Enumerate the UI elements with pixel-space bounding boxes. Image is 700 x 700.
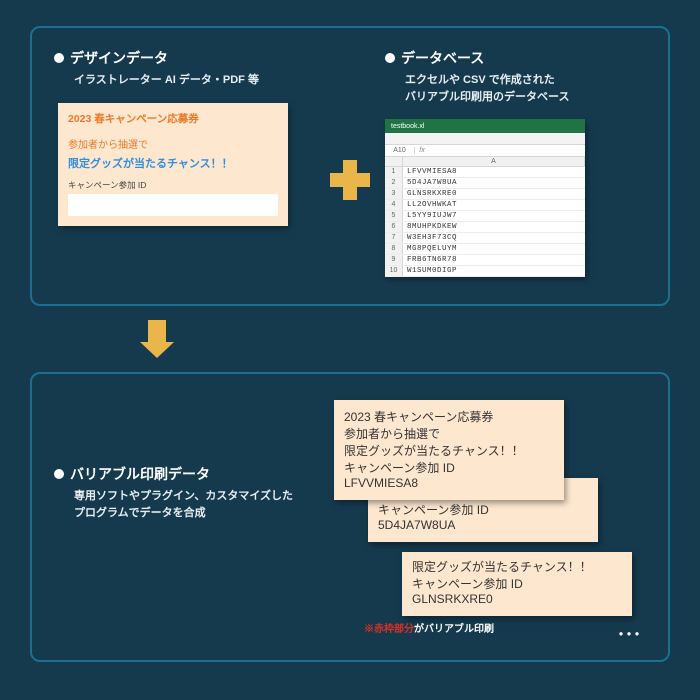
spreadsheet-col-a: A xyxy=(403,157,585,166)
design-data-heading: デザインデータ xyxy=(54,48,315,68)
row-number: 2 xyxy=(385,178,403,188)
fx-icon: fx xyxy=(415,147,429,154)
row-number: 8 xyxy=(385,244,403,254)
row-value: MG8PQELUYM xyxy=(403,244,585,254)
row-number: 1 xyxy=(385,167,403,177)
coupon-id-value: GLNSRKXRE0 xyxy=(412,592,622,606)
database-heading-text: データベース xyxy=(401,48,484,68)
row-value: LL2OVHWKAT xyxy=(403,200,585,210)
spreadsheet-mock: testbook.xl A10 fx A 1LFVVMIESA825D4JA7W… xyxy=(385,119,585,277)
coupon-id-value: 5D4JA7W8UA xyxy=(378,518,588,532)
row-value: W1SUM0DIGP xyxy=(403,266,585,276)
row-value: W3EH3F73CQ xyxy=(403,233,585,243)
spreadsheet-row: 68MUHPKDKEW xyxy=(385,222,585,233)
row-number: 9 xyxy=(385,255,403,265)
design-data-column: デザインデータ イラストレーター AI データ・PDF 等 2023 春キャンペ… xyxy=(54,48,315,226)
row-value: GLNSRKXRE0 xyxy=(403,189,585,199)
bullet-icon xyxy=(54,53,64,63)
coupon-id-label: キャンペーン参加 ID xyxy=(68,179,278,191)
design-data-heading-text: デザインデータ xyxy=(70,48,168,68)
plus-icon-wrap xyxy=(315,160,385,200)
spreadsheet-col-headers: A xyxy=(385,157,585,167)
row-number: 6 xyxy=(385,222,403,232)
output-preview: 2023 春キャンペーン応募券参加者から抽選で限定グッズが当たるチャンス！！キャ… xyxy=(324,394,646,638)
spreadsheet-row: 10W1SUM0DIGP xyxy=(385,266,585,277)
bullet-icon xyxy=(385,53,395,63)
output-heading: バリアブル印刷データ xyxy=(54,464,314,484)
row-number: 5 xyxy=(385,211,403,221)
coupon-line2: 限定グッズが当たるチャンス！！ xyxy=(68,155,278,171)
inputs-panel: デザインデータ イラストレーター AI データ・PDF 等 2023 春キャンペ… xyxy=(30,26,670,306)
spreadsheet-ribbon xyxy=(385,133,585,145)
output-description: バリアブル印刷データ 専用ソフトやプラグイン、カスタマイズした プログラムでデー… xyxy=(54,394,314,638)
footnote: ※赤枠部分がバリアブル印刷 xyxy=(364,620,494,635)
database-subhead: エクセルや CSV で作成された バリアブル印刷用のデータベース xyxy=(405,72,646,105)
database-heading: データベース xyxy=(385,48,646,68)
spreadsheet-rows: 1LFVVMIESA825D4JA7W8UA3GLNSRKXRE04LL2OVH… xyxy=(385,167,585,277)
output-subhead: 専用ソフトやプラグイン、カスタマイズした プログラムでデータを合成 xyxy=(74,488,314,521)
row-number: 7 xyxy=(385,233,403,243)
down-arrow-icon xyxy=(140,320,174,358)
spreadsheet-row: 4LL2OVHWKAT xyxy=(385,200,585,211)
coupon-id-label: キャンペーン参加 ID xyxy=(344,459,554,476)
spreadsheet-titlebar: testbook.xl xyxy=(385,119,585,133)
spreadsheet-row: 5L5YY9IUJW7 xyxy=(385,211,585,222)
spreadsheet-row: 3GLNSRKXRE0 xyxy=(385,189,585,200)
spreadsheet-row: 8MG8PQELUYM xyxy=(385,244,585,255)
coupon-template-card: 2023 春キャンペーン応募券 参加者から抽選で 限定グッズが当たるチャンス！！… xyxy=(58,103,288,226)
row-value: 8MUHPKDKEW xyxy=(403,222,585,232)
spreadsheet-row: 9FRB6TN6R78 xyxy=(385,255,585,266)
coupon-id-value: LFVVMIESA8 xyxy=(344,476,554,490)
bullet-icon xyxy=(54,469,64,479)
row-value: 5D4JA7W8UA xyxy=(403,178,585,188)
coupon-title: 2023 春キャンペーン応募券 xyxy=(344,408,554,425)
row-number: 10 xyxy=(385,266,403,276)
footnote-rest: がバリアブル印刷 xyxy=(414,624,494,635)
database-column: データベース エクセルや CSV で作成された バリアブル印刷用のデータベース … xyxy=(385,48,646,277)
spreadsheet-corner xyxy=(385,157,403,166)
coupon-line2: 限定グッズが当たるチャンス！！ xyxy=(412,558,622,575)
spreadsheet-filename: testbook.xl xyxy=(391,123,424,130)
output-card: 2023 春キャンペーン応募券参加者から抽選で限定グッズが当たるチャンス！！キャ… xyxy=(402,552,632,616)
coupon-line2: 限定グッズが当たるチャンス！！ xyxy=(344,442,554,459)
coupon-id-label: キャンペーン参加 ID xyxy=(378,501,588,518)
row-number: 4 xyxy=(385,200,403,210)
row-value: FRB6TN6R78 xyxy=(403,255,585,265)
row-value: LFVVMIESA8 xyxy=(403,167,585,177)
coupon-title: 2023 春キャンペーン応募券 xyxy=(68,111,278,126)
vertical-ellipsis-icon: ・・・ xyxy=(614,626,638,634)
row-number: 3 xyxy=(385,189,403,199)
coupon-line1: 参加者から抽選で xyxy=(344,425,554,442)
output-heading-text: バリアブル印刷データ xyxy=(70,464,210,484)
spreadsheet-cellref: A10 xyxy=(385,147,415,154)
output-panel: バリアブル印刷データ 専用ソフトやプラグイン、カスタマイズした プログラムでデー… xyxy=(30,372,670,662)
output-card: 2023 春キャンペーン応募券参加者から抽選で限定グッズが当たるチャンス！！キャ… xyxy=(334,400,564,500)
design-data-subhead: イラストレーター AI データ・PDF 等 xyxy=(74,72,315,89)
spreadsheet-row: 7W3EH3F73CQ xyxy=(385,233,585,244)
footnote-red: ※赤枠部分 xyxy=(364,624,414,635)
spreadsheet-formula-bar: A10 fx xyxy=(385,145,585,157)
spreadsheet-row: 1LFVVMIESA8 xyxy=(385,167,585,178)
coupon-id-box-empty xyxy=(68,194,278,216)
coupon-line1: 参加者から抽選で xyxy=(68,136,278,151)
row-value: L5YY9IUJW7 xyxy=(403,211,585,221)
coupon-id-label: キャンペーン参加 ID xyxy=(412,575,622,592)
plus-icon xyxy=(330,160,370,200)
spreadsheet-row: 25D4JA7W8UA xyxy=(385,178,585,189)
